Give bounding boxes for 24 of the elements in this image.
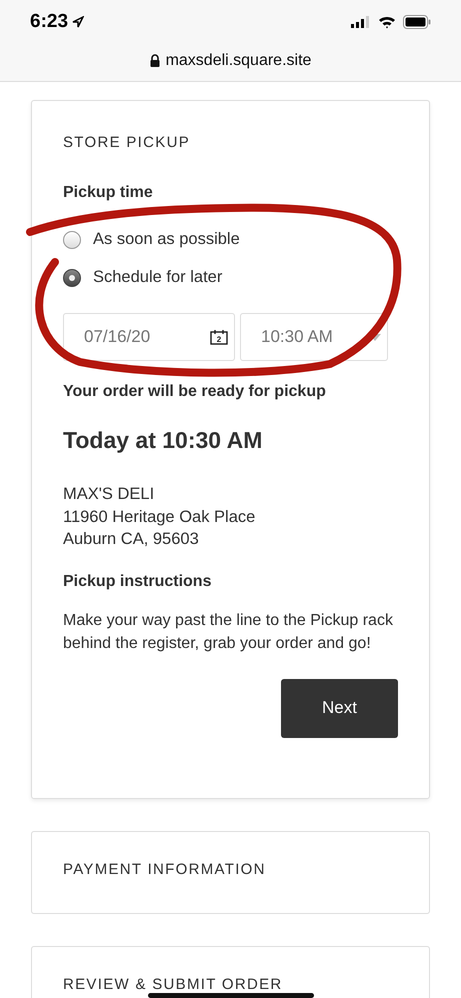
lock-icon: [150, 54, 160, 67]
pickup-ready-label: Your order will be ready for pickup: [63, 383, 326, 401]
wifi-icon: [378, 16, 396, 28]
instructions-heading: Pickup instructions: [63, 572, 212, 590]
section-heading[interactable]: PAYMENT INFORMATION: [63, 861, 266, 878]
battery-icon: [403, 15, 431, 29]
pickup-time-text: Today at 10:30 AM: [63, 427, 262, 454]
radio-option[interactable]: As soon as possible: [63, 230, 240, 249]
url-text[interactable]: maxsdeli.square.site: [166, 52, 312, 70]
section-heading: STORE PICKUP: [63, 134, 190, 151]
location-arrow-icon: [72, 16, 84, 28]
radio-option[interactable]: Schedule for later: [63, 268, 222, 287]
signal-icon: [351, 16, 371, 28]
pickup-instructions: Make your way past the line to the Pickup rack behind the register, grab your order and go!: [63, 610, 394, 654]
date-field[interactable]: 07/16/20 2: [63, 313, 235, 361]
store-address: MAX'S DELI 11960 Heritage Oak Place Auburn CA, 95603: [63, 484, 256, 550]
section-heading[interactable]: REVIEW & SUBMIT ORDER: [63, 976, 283, 993]
field-label: Pickup time: [63, 184, 153, 202]
next-button[interactable]: Next: [281, 678, 398, 738]
calendar-icon: 2: [210, 329, 228, 345]
section-card[interactable]: PAYMENT INFORMATION: [31, 831, 430, 914]
radio-button[interactable]: [63, 268, 81, 286]
clock-time: 6:23: [30, 11, 68, 33]
radio-button[interactable]: [63, 230, 81, 248]
